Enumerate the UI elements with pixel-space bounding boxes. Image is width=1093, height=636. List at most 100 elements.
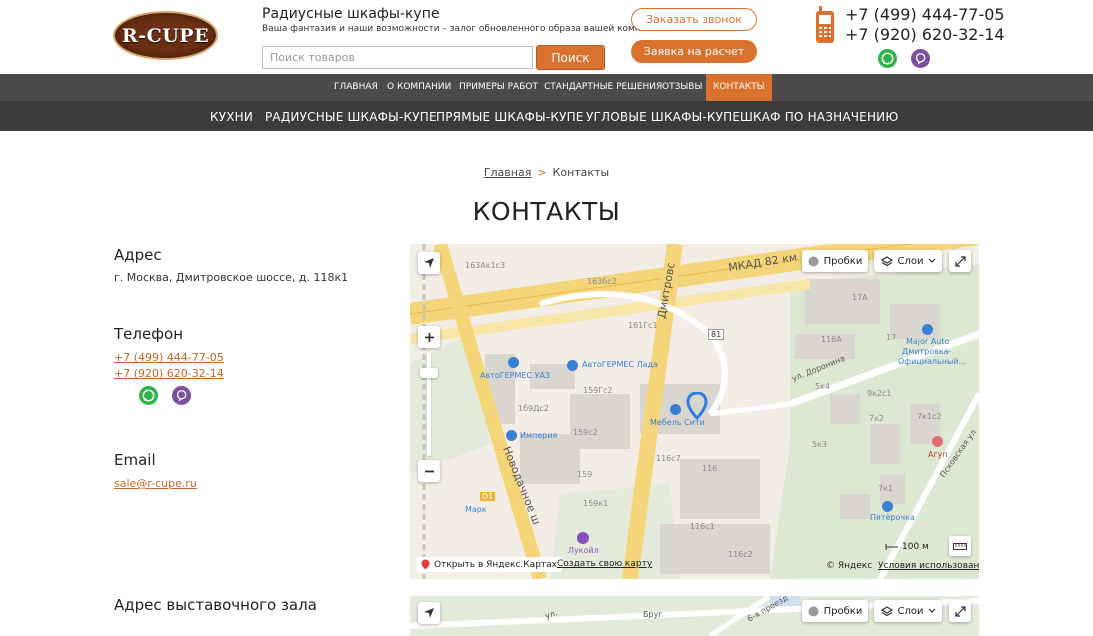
nav-item-reviews[interactable]: ОТЗЫВЫ	[655, 74, 709, 101]
map-building-number: 1б9Дс2	[518, 404, 549, 413]
map-building-number: 161Гс1	[628, 321, 658, 330]
car-dealer-icon[interactable]	[567, 360, 578, 371]
map-poi-agun[interactable]: Агуп	[928, 450, 948, 459]
zoom-out-button[interactable]	[418, 460, 440, 482]
site-title: Радиусные шкафы-купе	[262, 6, 440, 22]
map-poi-autogermes-lada[interactable]: АвтоГЕРМЕС Лада	[582, 360, 658, 369]
open-in-yandex-maps-link[interactable]: Открыть в Яндекс.Картах	[416, 557, 562, 572]
viber-icon[interactable]	[911, 49, 930, 68]
shop-icon[interactable]	[506, 430, 517, 441]
map-building-number: 5к3	[812, 440, 828, 449]
create-map-link[interactable]: Создать свою карту	[557, 559, 652, 569]
map-building-number: 159	[577, 470, 593, 479]
copyright-label: © Яндекс	[826, 561, 873, 571]
map-building-number: 159Гс2	[583, 386, 613, 395]
category-wardrobe-by-purpose[interactable]: ШКАФ ПО НАЗНАЧЕНИЮ	[740, 101, 899, 131]
cafe-icon[interactable]	[932, 436, 943, 447]
breadcrumb-home-link[interactable]: Главная	[484, 166, 532, 179]
terms-of-use-link[interactable]: Условия использования	[878, 561, 979, 571]
layers-label: Слои	[897, 255, 924, 267]
chevron-down-icon	[928, 258, 935, 263]
layers-button[interactable]: Слои	[874, 600, 942, 622]
map-building-number: 116	[702, 464, 718, 473]
nav-item-portfolio[interactable]: ПРИМЕРЫ РАБОТ	[452, 74, 545, 101]
breadcrumb-separator: >	[537, 166, 547, 179]
header-phone-1[interactable]: +7 (499) 444-77-05	[845, 5, 1005, 24]
header-phone-2[interactable]: +7 (920) 620-32-14	[845, 25, 1005, 44]
map-scale: 100 м	[885, 542, 929, 552]
grocery-icon[interactable]	[882, 501, 893, 512]
zoom-in-button[interactable]	[418, 326, 440, 348]
contact-phone-1-link[interactable]: +7 (499) 444-77-05	[114, 351, 224, 364]
contact-phone-2-link[interactable]: +7 (920) 620-32-14	[114, 367, 224, 380]
map-building-number: 116с1	[690, 522, 715, 531]
order-calculation-button[interactable]: Заявка на расчет	[631, 40, 757, 63]
map-poi-major-auto-line3: Официальный...	[898, 357, 967, 366]
site-header: R-CUPE Радиусные шкафы-купе Ваша фантази…	[0, 0, 1093, 74]
map-building-number: 116с7	[656, 454, 681, 463]
search-button[interactable]: Поиск	[536, 45, 605, 70]
traffic-button[interactable]: Пробки	[802, 250, 868, 272]
site-tagline: Ваша фантазия и наши возможности – залог…	[262, 24, 659, 34]
arrow-location-icon	[424, 258, 434, 268]
map-poi-autogermes-uaz[interactable]: АвтоГЕРМЕС УАЗ	[480, 371, 550, 380]
map-poi-pyaterochka[interactable]: Пятёрочка	[870, 513, 915, 522]
map-poi-mark[interactable]: Марк	[465, 505, 487, 514]
email-heading: Email	[114, 451, 156, 469]
zoom-slider-handle[interactable]	[420, 368, 438, 378]
viber-icon[interactable]	[172, 386, 191, 405]
car-dealer-icon[interactable]	[508, 357, 519, 368]
map-building-number: 116А	[821, 335, 842, 344]
geolocation-button[interactable]	[418, 252, 440, 274]
layers-button[interactable]: Слои	[874, 250, 942, 272]
map-building-number: 163Ак1с3	[465, 261, 506, 270]
category-radius-wardrobes[interactable]: РАДИУСНЫЕ ШКАФЫ-КУПЕ	[265, 101, 437, 131]
open-in-yandex-label: Открыть в Яндекс.Картах	[434, 559, 557, 570]
category-corner-wardrobes[interactable]: УГЛОВЫЕ ШКАФЫ-КУПЕ	[586, 101, 740, 131]
nav-item-about[interactable]: О КОМПАНИИ	[380, 74, 458, 101]
map-poi-imperia[interactable]: Империя	[520, 431, 557, 440]
map-building-number: 159к1	[583, 499, 609, 508]
whatsapp-icon[interactable]	[878, 49, 897, 68]
yandex-map-showroom[interactable]: ул. 6-я проезд Бруг Пробки Слои	[410, 596, 979, 636]
callback-button[interactable]: Заказать звонок	[631, 8, 757, 31]
location-pin-icon[interactable]	[686, 392, 708, 420]
map-poi-lukoil[interactable]: Лукойл	[568, 546, 599, 555]
fullscreen-button[interactable]	[949, 600, 971, 622]
nav-item-home[interactable]: ГЛАВНАЯ	[327, 74, 385, 101]
shop-icon[interactable]	[670, 404, 681, 415]
layers-icon	[880, 255, 893, 266]
whatsapp-icon[interactable]	[139, 386, 158, 405]
search-input[interactable]	[262, 46, 533, 69]
map-road-number: 81	[708, 329, 725, 340]
traffic-button[interactable]: Пробки	[802, 600, 868, 622]
layers-icon	[880, 605, 893, 616]
scale-bar-icon	[885, 544, 898, 550]
map-copyright: © Яндекс Условия использования	[826, 561, 979, 571]
logo-text: R-CUPE	[121, 24, 210, 47]
yandex-map-office[interactable]: МКАД 82 км Дмитровс Новодачное ш ул. Дор…	[410, 244, 979, 579]
category-kitchens[interactable]: КУХНИ	[210, 101, 253, 131]
map-building-number: 116с2	[728, 550, 753, 559]
car-dealer-icon[interactable]	[922, 324, 933, 335]
ruler-button[interactable]	[949, 536, 971, 556]
address-text: г. Москва, Дмитровское шоссе, д. 118к1	[114, 271, 349, 284]
minus-icon	[424, 470, 434, 472]
geolocation-button[interactable]	[418, 602, 440, 624]
traffic-label: Пробки	[823, 255, 863, 267]
layers-label: Слои	[897, 605, 924, 617]
phone-heading: Телефон	[114, 325, 184, 343]
map-building-number: 163бс2	[587, 277, 617, 286]
address-heading: Адрес	[114, 246, 162, 264]
map-building-number: 7к1с2	[917, 412, 942, 421]
map-building-number: 9к2с1	[867, 389, 892, 398]
fullscreen-button[interactable]	[949, 250, 971, 272]
email-link[interactable]: sale@r-cupe.ru	[114, 477, 197, 490]
gas-station-icon[interactable]	[577, 532, 589, 544]
nav-item-standard-solutions[interactable]: СТАНДАРТНЫЕ РЕШЕНИЯ	[537, 74, 669, 101]
nav-item-contacts[interactable]: КОНТАКТЫ	[706, 74, 772, 101]
map-poi-major-auto[interactable]: Major Auto	[906, 337, 949, 346]
map-building-number: 159с2	[573, 428, 598, 437]
site-logo[interactable]: R-CUPE	[113, 11, 218, 60]
category-straight-wardrobes[interactable]: ПРЯМЫЕ ШКАФЫ-КУПЕ	[436, 101, 584, 131]
